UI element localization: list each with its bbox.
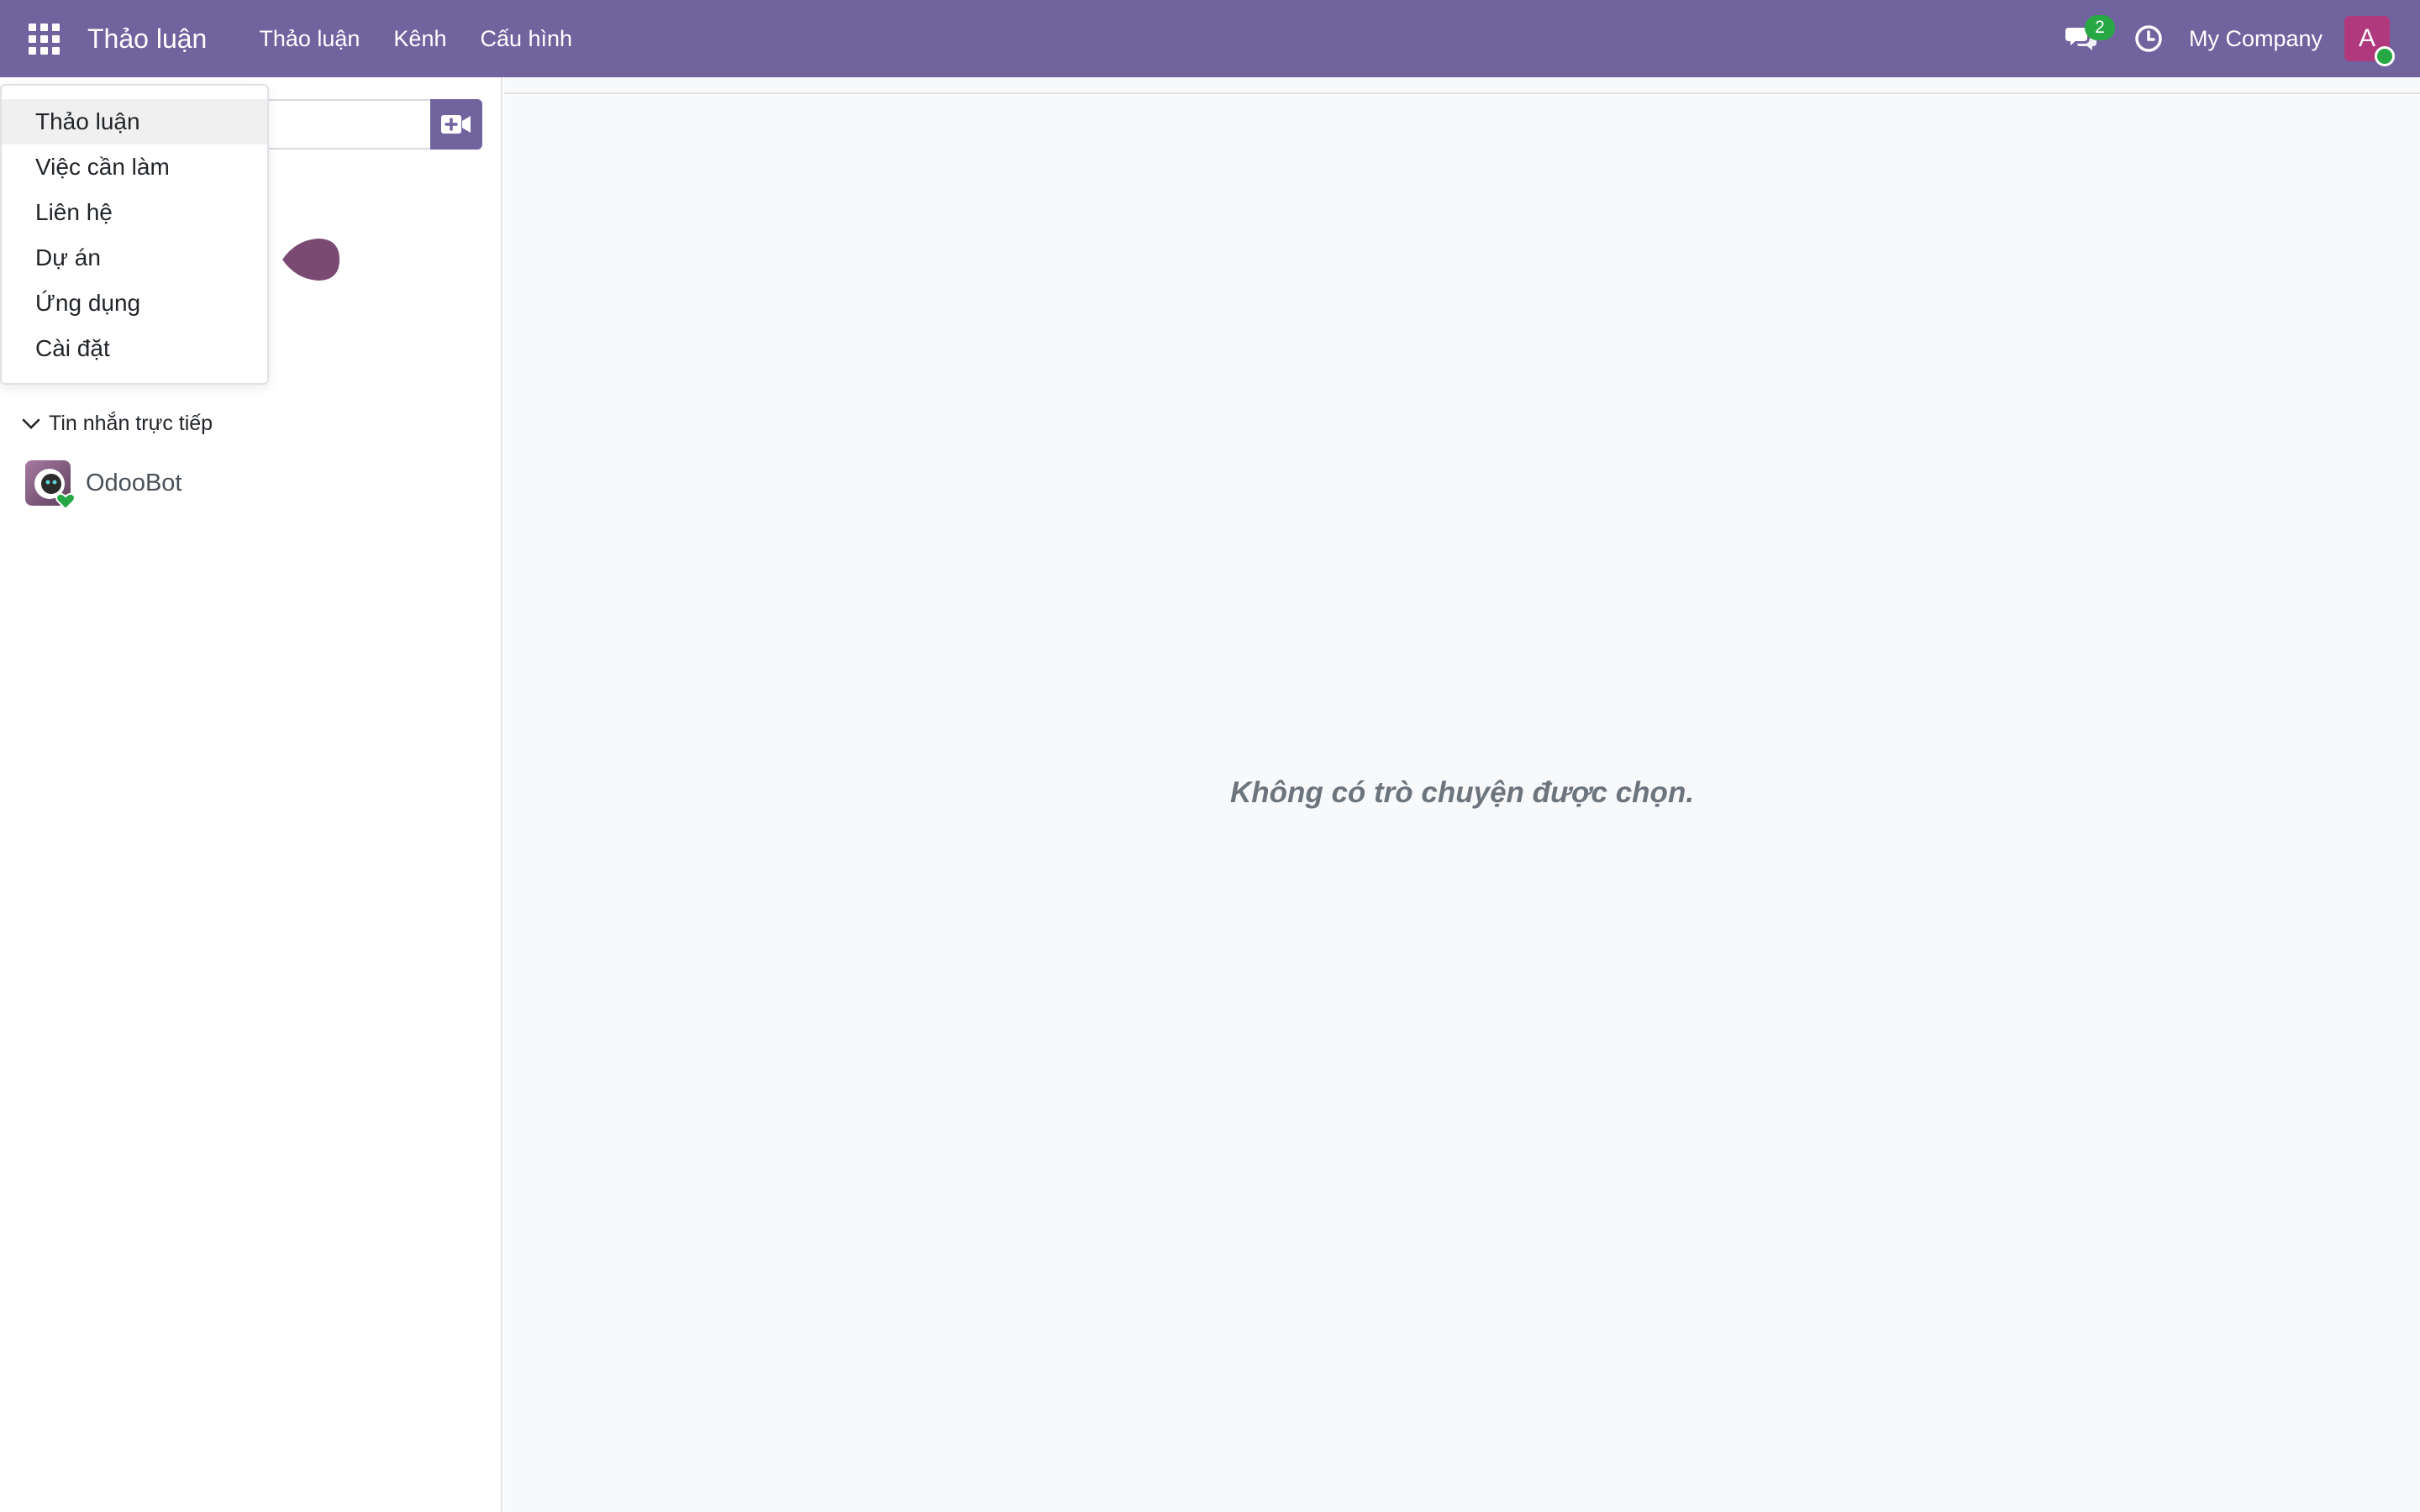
decorative-blob-icon [282, 239, 339, 281]
video-plus-icon [441, 115, 471, 134]
menu-item-contacts[interactable]: Liên hệ [2, 190, 267, 235]
menu-item-todo[interactable]: Việc cần làm [2, 144, 267, 190]
menu-item-discuss[interactable]: Thảo luận [2, 99, 267, 144]
apps-menu-button[interactable] [0, 0, 87, 77]
app-title[interactable]: Thảo luận [87, 24, 207, 55]
nav-item-discuss[interactable]: Thảo luận [242, 0, 376, 77]
systray: 2 My Company A [2048, 0, 2420, 77]
direct-messages-header[interactable]: Tin nhắn trực tiếp [22, 412, 213, 436]
user-initial: A [2358, 24, 2375, 52]
menu-item-project[interactable]: Dự án [2, 235, 267, 281]
company-switcher[interactable]: My Company [2182, 26, 2344, 52]
clock-icon [2135, 25, 2162, 52]
nav-item-configuration[interactable]: Cấu hình [463, 0, 589, 77]
thread-area: Không có trò chuyện được chọn. [504, 77, 2420, 1512]
activities-button[interactable] [2115, 0, 2182, 77]
direct-messages-label: Tin nhắn trực tiếp [49, 412, 213, 435]
messages-button[interactable]: 2 [2048, 0, 2115, 77]
list-item-odoobot[interactable]: OdooBot [25, 460, 182, 511]
dm-name: OdooBot [86, 469, 182, 496]
menu-item-settings[interactable]: Cài đặt [2, 326, 267, 371]
user-avatar[interactable]: A [2344, 16, 2395, 66]
grid-icon [28, 23, 60, 55]
nav-menu: Thảo luận Kênh Cấu hình [242, 0, 589, 77]
thread-header-divider [504, 92, 2420, 94]
top-navbar: Thảo luận Thảo luận Kênh Cấu hình 2 My C… [0, 0, 2420, 77]
nav-item-channels[interactable]: Kênh [376, 0, 463, 77]
messages-count-badge: 2 [2084, 15, 2115, 40]
odoobot-avatar [25, 460, 76, 511]
online-status-dot [2375, 46, 2395, 66]
discuss-dropdown-menu: Thảo luận Việc cần làm Liên hệ Dự án Ứng… [0, 84, 269, 385]
no-conversation-message: Không có trò chuyện được chọn. [1229, 776, 1695, 809]
online-heart-icon [55, 492, 76, 511]
chevron-down-icon [22, 418, 40, 429]
menu-item-apps[interactable]: Ứng dụng [2, 281, 267, 326]
start-meeting-button[interactable] [430, 99, 482, 150]
